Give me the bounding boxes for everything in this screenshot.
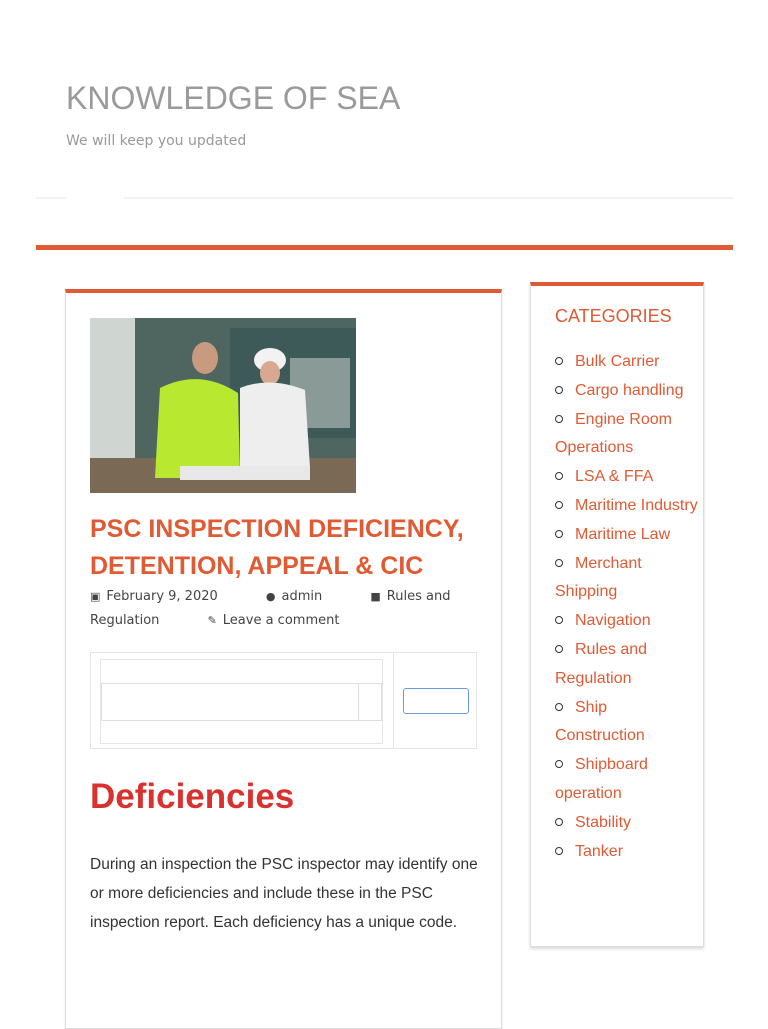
category-item[interactable]: Shipboard operation bbox=[555, 751, 700, 809]
pencil-icon: ✎ bbox=[207, 614, 217, 627]
bullet-icon bbox=[555, 644, 563, 653]
categories-widget: CATEGORIES Bulk Carrier Cargo handling Eng… bbox=[530, 282, 704, 947]
embedded-form-table bbox=[90, 652, 477, 749]
bullet-icon bbox=[555, 558, 563, 567]
category-item[interactable]: Cargo handling bbox=[555, 377, 700, 406]
category-list: Bulk Carrier Cargo handling Engine Room Op… bbox=[555, 348, 700, 866]
category-item[interactable]: Engine Room Operations bbox=[555, 406, 700, 464]
post-title[interactable]: PSC INSPECTION DEFICIENCY, DETENTION, AP… bbox=[90, 511, 490, 585]
bullet-icon bbox=[555, 702, 563, 711]
widget-title: CATEGORIES bbox=[555, 306, 672, 326]
category-item[interactable]: Maritime Law bbox=[555, 521, 700, 550]
form-button[interactable] bbox=[403, 688, 469, 714]
category-item[interactable]: Maritime Industry bbox=[555, 492, 700, 521]
bullet-icon bbox=[555, 817, 563, 826]
featured-image[interactable] bbox=[90, 318, 356, 493]
nav-divider bbox=[36, 197, 733, 199]
post-card: PSC INSPECTION DEFICIENCY, DETENTION, AP… bbox=[65, 289, 502, 1029]
folder-icon: ■ bbox=[370, 590, 381, 603]
bullet-icon bbox=[555, 357, 563, 365]
bullet-icon bbox=[555, 472, 563, 481]
post-paragraph: During an inspection the PSC inspector m… bbox=[90, 856, 478, 931]
bullet-icon bbox=[555, 385, 563, 394]
site-title[interactable]: KNOWLEDGE OF SEA bbox=[66, 80, 400, 117]
section-heading: Deficiencies bbox=[90, 777, 295, 816]
bullet-icon bbox=[555, 616, 563, 625]
bullet-icon bbox=[555, 414, 563, 423]
category-item[interactable]: Rules and Regulation bbox=[555, 636, 700, 694]
post-author[interactable]: ● admin bbox=[266, 589, 344, 604]
bullet-icon bbox=[555, 529, 563, 538]
category-item[interactable]: Stability bbox=[555, 809, 700, 838]
leave-comment-link[interactable]: ✎ Leave a comment bbox=[208, 613, 362, 628]
post-meta: ▣ February 9, 2020 ● admin ■ Rules and Regu… bbox=[90, 585, 470, 633]
category-item[interactable]: Navigation bbox=[555, 607, 700, 636]
category-item[interactable]: Merchant Shipping bbox=[555, 550, 700, 608]
bullet-icon bbox=[555, 846, 563, 855]
site-tagline: We will keep you updated bbox=[66, 133, 247, 149]
category-item[interactable]: LSA & FFA bbox=[555, 463, 700, 492]
category-item[interactable]: Ship Construction bbox=[555, 694, 700, 752]
bullet-icon bbox=[555, 500, 563, 509]
category-item[interactable]: Tanker bbox=[555, 838, 700, 867]
form-input[interactable] bbox=[101, 683, 382, 721]
accent-bar bbox=[36, 245, 733, 250]
bullet-icon bbox=[555, 760, 563, 769]
post-date[interactable]: ▣ February 9, 2020 bbox=[90, 589, 240, 604]
user-icon: ● bbox=[265, 590, 276, 603]
category-item[interactable]: Bulk Carrier bbox=[555, 348, 700, 377]
calendar-icon: ▣ bbox=[90, 590, 101, 603]
